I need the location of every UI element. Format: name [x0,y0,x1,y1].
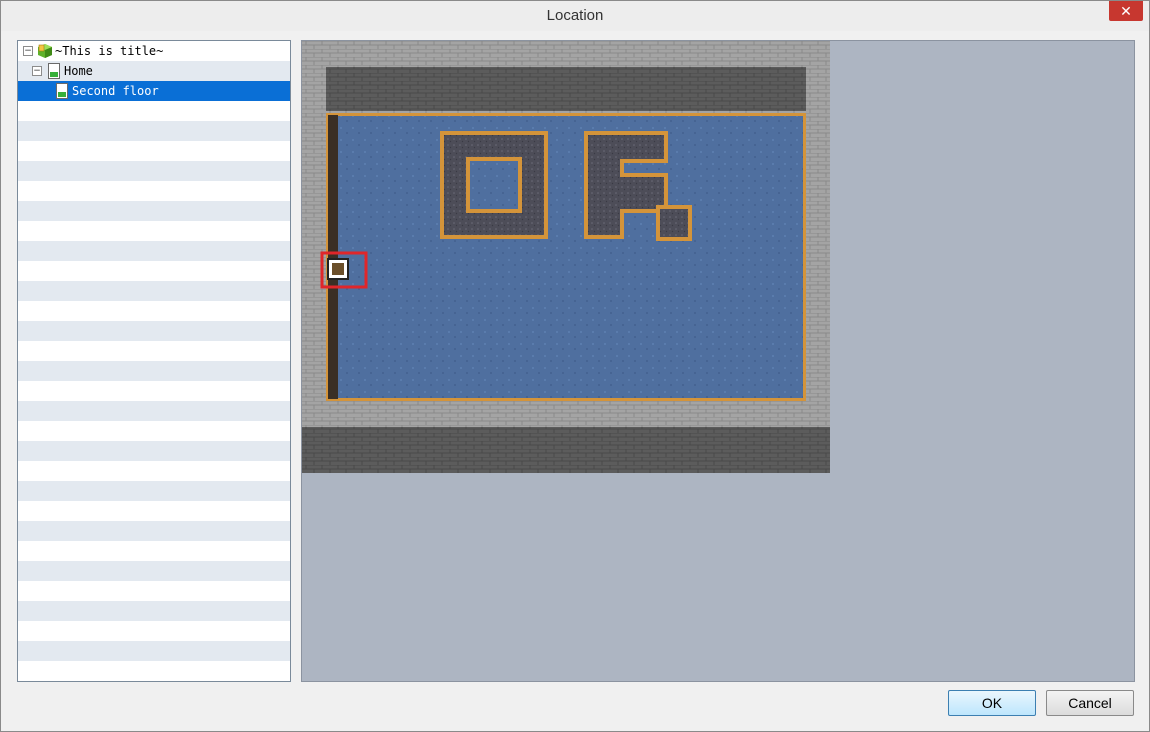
empty-row [18,601,290,621]
empty-row [18,201,290,221]
room-left-wall [328,115,338,399]
map-decor-o-hole [470,161,518,209]
empty-row [18,641,290,661]
empty-row [18,541,290,561]
empty-row [18,101,290,121]
empty-row [18,141,290,161]
empty-row [18,621,290,641]
location-dialog: Location ✕ − ~This is title~ − Home Seco… [0,0,1150,732]
close-button[interactable]: ✕ [1109,1,1143,21]
empty-row [18,221,290,241]
dialog-title: Location [546,7,604,24]
tree-item-home[interactable]: − Home [18,61,290,81]
empty-row [18,261,290,281]
map-tree[interactable]: − ~This is title~ − Home Second floor [17,40,291,682]
collapse-icon[interactable]: − [32,66,42,76]
empty-row [18,441,290,461]
empty-row [18,301,290,321]
empty-row [18,461,290,481]
room-carpet [329,116,803,398]
empty-row [18,281,290,301]
empty-row [18,321,290,341]
cancel-button[interactable]: Cancel [1046,690,1134,716]
empty-row [18,161,290,181]
wall-bottom [302,427,830,473]
empty-row [18,481,290,501]
empty-row [18,521,290,541]
tree-item-label: Home [64,64,93,78]
empty-row [18,361,290,381]
empty-row [18,401,290,421]
empty-row [18,661,290,681]
empty-row [18,241,290,261]
empty-row [18,181,290,201]
empty-row [18,421,290,441]
empty-row [18,381,290,401]
map-preview-panel[interactable] [301,40,1135,682]
empty-row [18,501,290,521]
tree-item-label: ~This is title~ [55,44,164,58]
empty-row [18,581,290,601]
empty-row [18,341,290,361]
collapse-icon[interactable]: − [23,46,33,56]
tree-item-second-floor[interactable]: Second floor [18,81,290,101]
empty-row [18,561,290,581]
event-icon-inner [332,263,344,275]
tree-item-project[interactable]: − ~This is title~ [18,41,290,61]
title-bar: Location ✕ [1,1,1149,31]
map-preview[interactable] [302,41,1134,681]
ok-button[interactable]: OK [948,690,1036,716]
wall-top [326,67,806,111]
empty-row [18,121,290,141]
tree-item-label: Second floor [72,84,159,98]
